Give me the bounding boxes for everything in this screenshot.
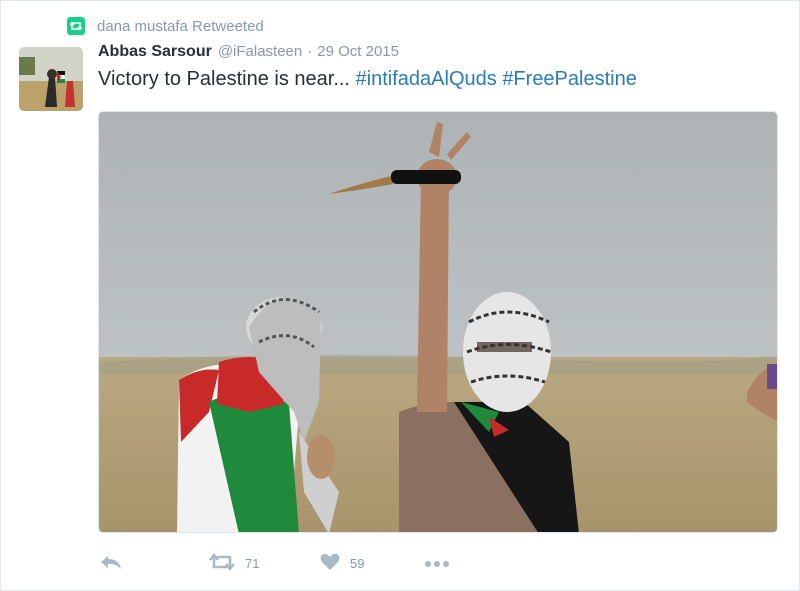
reply-button[interactable] xyxy=(100,549,122,577)
author-name[interactable]: Abbas Sarsour xyxy=(98,43,212,61)
tweet-text: Victory to Palestine is near... #intifad… xyxy=(98,68,637,91)
avatar[interactable] xyxy=(19,47,83,111)
hashtag-intifadaalquds[interactable]: #intifadaAlQuds xyxy=(356,68,497,90)
retweet-icon xyxy=(209,552,235,574)
more-icon xyxy=(424,556,450,571)
retweet-badge-icon xyxy=(67,17,85,35)
retweet-count: 71 xyxy=(245,555,260,571)
tweet-actions: 71 59 xyxy=(98,549,518,577)
reply-icon xyxy=(100,554,122,573)
author-handle[interactable]: @iFalasteen xyxy=(218,43,302,60)
like-button[interactable]: 59 xyxy=(320,549,364,577)
tweet-card: dana mustafa Retweeted Abbas Sarsour @iF… xyxy=(0,0,800,591)
separator: · xyxy=(307,43,313,60)
retweet-context[interactable]: dana mustafa Retweeted xyxy=(67,15,264,37)
retweet-button[interactable]: 71 xyxy=(209,549,259,577)
tweet-header: Abbas Sarsour @iFalasteen · 29 Oct 2015 xyxy=(98,43,399,65)
tweet-body: Victory to Palestine is near... xyxy=(98,68,350,90)
more-button[interactable] xyxy=(424,549,450,577)
heart-icon xyxy=(320,553,340,574)
retweet-label: dana mustafa Retweeted xyxy=(97,17,264,35)
hashtag-freepalestine[interactable]: #FreePalestine xyxy=(502,68,637,90)
tweet-photo[interactable] xyxy=(98,111,778,533)
like-count: 59 xyxy=(350,555,365,571)
tweet-date[interactable]: 29 Oct 2015 xyxy=(317,43,399,60)
